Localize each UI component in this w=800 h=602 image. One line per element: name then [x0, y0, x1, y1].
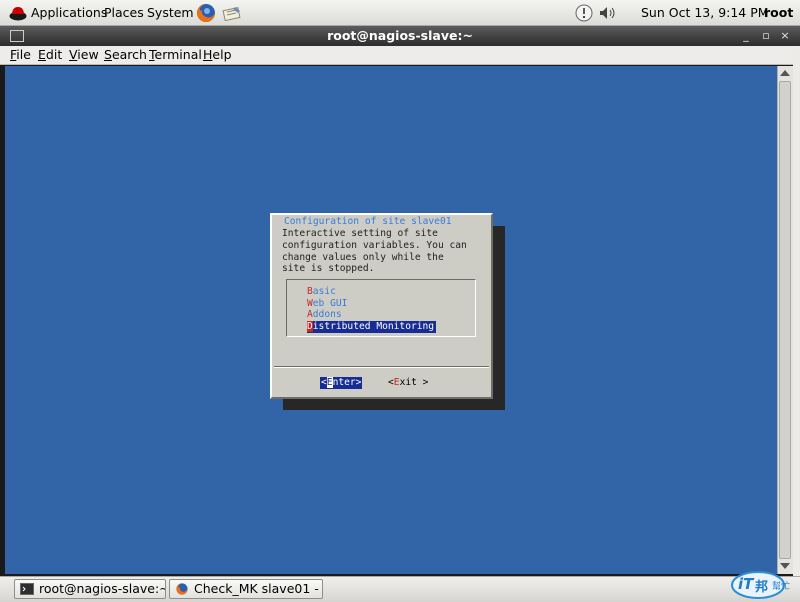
menu-help-mnemonic: H	[203, 47, 213, 62]
menu-file[interactable]: File	[10, 47, 31, 62]
menu-search-mnemonic: S	[104, 47, 112, 62]
dialog-menu-list: Basic Web GUI Addons Distributed Monitor…	[286, 279, 476, 337]
update-notifier-icon[interactable]	[575, 4, 593, 22]
bottom-panel: root@nagios-slave:~ Check_MK slave01 - M…	[0, 576, 800, 602]
menu-search-label: earch	[111, 47, 147, 62]
scrollbar-thumb[interactable]	[779, 81, 791, 559]
taskbar-label: root@nagios-slave:~	[39, 581, 166, 596]
window-title: root@nagios-slave:~	[327, 28, 473, 43]
terminal-scrollbar[interactable]	[777, 66, 793, 574]
menu-view-label: iew	[77, 47, 99, 62]
redhat-logo-icon[interactable]	[9, 5, 27, 21]
enter-button[interactable]: <Enter>	[320, 377, 363, 389]
firefox-launcher-icon[interactable]	[196, 3, 216, 23]
omd-config-dialog: Configuration of site slave01 Interactiv…	[270, 213, 493, 399]
menu-search[interactable]: Search	[104, 47, 147, 62]
menu-terminal-label: erminal	[154, 47, 202, 62]
applications-menu[interactable]: Applications	[31, 5, 107, 20]
menu-terminal[interactable]: Terminal	[149, 47, 202, 62]
menu-view[interactable]: View	[69, 47, 99, 62]
maximize-icon[interactable]: ▫	[759, 29, 773, 43]
button-bracket: <	[321, 377, 327, 388]
top-panel: Applications Places System Sun Oct 13, 9…	[0, 0, 800, 26]
menu-item-label: asic	[312, 286, 336, 297]
ithome-watermark-logo: iT 邦 幫忙	[730, 570, 796, 600]
clock[interactable]: Sun Oct 13, 9:14 PM	[641, 5, 769, 20]
terminal-menubar: File Edit View Search Terminal Help	[0, 46, 800, 65]
menu-edit[interactable]: Edit	[38, 47, 62, 62]
menu-item-label: ddons	[312, 309, 342, 320]
menu-help[interactable]: Help	[203, 47, 232, 62]
places-menu[interactable]: Places	[104, 5, 144, 20]
terminal-icon	[20, 583, 34, 595]
scroll-up-icon[interactable]	[780, 70, 790, 76]
user-switcher[interactable]: root	[764, 5, 793, 20]
window-titlebar[interactable]: root@nagios-slave:~ _ ▫ ×	[0, 26, 800, 46]
dialog-description: Interactive setting of site configuratio…	[282, 228, 467, 275]
button-label: nter>	[332, 377, 362, 388]
system-menu[interactable]: System	[147, 5, 194, 20]
menu-help-label: elp	[212, 47, 232, 62]
dialog-title: Configuration of site slave01	[282, 216, 454, 228]
menu-item-label: eb GUI	[312, 298, 348, 309]
firefox-icon	[176, 583, 188, 595]
close-icon[interactable]: ×	[778, 29, 792, 43]
logo-text-bang: 邦	[755, 580, 769, 595]
menu-edit-mnemonic: E	[38, 47, 46, 62]
menu-file-label: ile	[16, 47, 31, 62]
menu-item-addons[interactable]: Addons	[307, 309, 342, 321]
menu-item-label: istributed Monitoring	[312, 321, 435, 332]
logo-text-bangmang: 幫忙	[772, 582, 791, 592]
button-label: xit >	[399, 377, 429, 388]
text-editor-launcher-icon[interactable]	[222, 5, 242, 21]
taskbar-item-terminal[interactable]: root@nagios-slave:~	[14, 579, 166, 599]
menu-item-distributed-monitoring[interactable]: Distributed Monitoring	[307, 321, 437, 333]
logo-text-it: iT	[738, 575, 754, 593]
menu-item-basic[interactable]: Basic	[307, 286, 336, 298]
scroll-down-icon[interactable]	[780, 563, 790, 569]
volume-icon[interactable]	[598, 5, 618, 21]
menu-edit-label: dit	[45, 47, 63, 62]
button-separator	[274, 366, 489, 368]
minimize-icon[interactable]: _	[739, 29, 753, 43]
taskbar-label: Check_MK slave01 - M...	[194, 581, 322, 596]
exit-button[interactable]: <Exit >	[388, 377, 428, 389]
taskbar-item-firefox[interactable]: Check_MK slave01 - M...	[169, 579, 323, 599]
window-border	[793, 46, 800, 576]
